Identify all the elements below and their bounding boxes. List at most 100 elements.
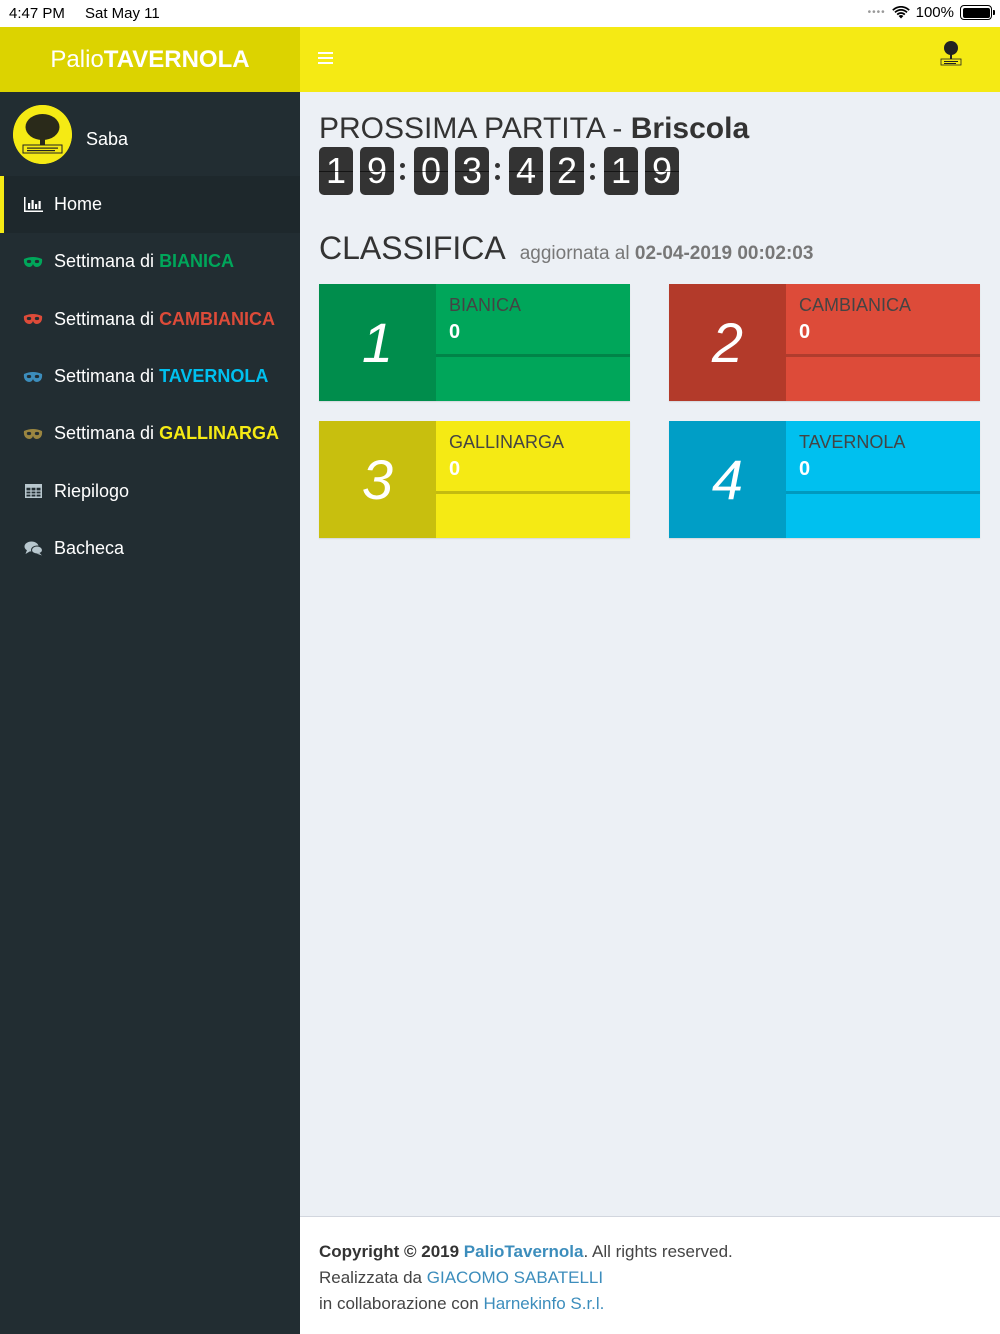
avatar bbox=[13, 105, 72, 164]
author-link[interactable]: GIACOMO SABATELLI bbox=[427, 1268, 603, 1287]
collab-link[interactable]: Harnekinfo S.r.l. bbox=[483, 1294, 604, 1313]
mask-icon bbox=[23, 369, 43, 385]
team-name: TAVERNOLA bbox=[799, 432, 906, 452]
countdown-digit: 1 bbox=[604, 147, 638, 195]
made-by-label: Realizzata da bbox=[319, 1268, 423, 1287]
countdown-digit: 9 bbox=[360, 147, 394, 195]
sidebar: Saba Home Settimana di BIANICA Settimana… bbox=[0, 92, 300, 1334]
team-score: 0 bbox=[799, 321, 811, 343]
ranking-updated-at: 02-04-2019 00:02:03 bbox=[634, 243, 814, 264]
sidebar-item-highlight: CAMBIANICA bbox=[159, 308, 276, 329]
battery-icon bbox=[960, 5, 995, 20]
footer: Copyright © 2019 PalioTavernola. All rig… bbox=[300, 1216, 1000, 1334]
countdown-separator bbox=[398, 147, 407, 195]
team-info: GALLINARGA 0 bbox=[436, 421, 630, 538]
comments-icon bbox=[23, 540, 43, 556]
team-name: BIANICA bbox=[449, 295, 522, 315]
sidebar-item-gallinarga[interactable]: Settimana di GALLINARGA bbox=[0, 405, 300, 462]
sidebar-item-tavernola[interactable]: Settimana di TAVERNOLA bbox=[0, 348, 300, 405]
sidebar-item-label: Home bbox=[54, 194, 103, 215]
footer-copyright: Copyright © 2019 PalioTavernola. All rig… bbox=[319, 1239, 981, 1265]
brand-name: TAVERNOLA bbox=[103, 45, 250, 73]
team-score: 0 bbox=[449, 321, 461, 343]
sidebar-item-label: Settimana di bbox=[54, 423, 155, 444]
team-rank: 3 bbox=[319, 421, 436, 538]
team-info: BIANICA 0 bbox=[436, 284, 630, 401]
team-rank: 1 bbox=[319, 284, 436, 401]
footer-collab: in collaborazione con Harnekinfo S.r.l. bbox=[319, 1291, 981, 1317]
countdown-digit: 4 bbox=[509, 147, 543, 195]
countdown: 1 9 0 3 4 2 1 9 bbox=[319, 147, 686, 195]
contrada-logo-icon bbox=[940, 41, 962, 66]
contrada-gallinarga-logo-icon bbox=[13, 105, 72, 164]
team-card-cambianica: 2 CAMBIANICA 0 bbox=[669, 284, 980, 401]
team-card-tavernola: 4 TAVERNOLA 0 bbox=[669, 421, 980, 538]
menu-toggle-icon[interactable] bbox=[318, 52, 333, 65]
rights-text: . All rights reserved. bbox=[583, 1242, 733, 1261]
mask-icon bbox=[23, 426, 43, 442]
signal-dots-icon: •••• bbox=[867, 7, 886, 18]
team-info: CAMBIANICA 0 bbox=[786, 284, 980, 401]
top-navbar bbox=[300, 27, 1000, 92]
sidebar-item-home[interactable]: Home bbox=[0, 176, 300, 234]
user-panel: Saba bbox=[0, 92, 300, 176]
sidebar-item-bianica[interactable]: Settimana di BIANICA bbox=[0, 233, 300, 290]
status-date: Sat May 11 bbox=[85, 5, 160, 22]
battery-percent: 100% bbox=[915, 4, 954, 21]
sidebar-item-label: Bacheca bbox=[54, 537, 125, 558]
countdown-digit: 2 bbox=[550, 147, 584, 195]
copyright-text: Copyright © 2019 bbox=[319, 1242, 460, 1261]
countdown-separator bbox=[588, 147, 597, 195]
team-name: GALLINARGA bbox=[449, 432, 565, 452]
team-card-gallinarga: 3 GALLINARGA 0 bbox=[319, 421, 630, 538]
sidebar-item-label: Settimana di bbox=[54, 366, 155, 387]
status-bar: 4:47 PM Sat May 11 •••• 100% bbox=[0, 0, 1000, 27]
status-right: •••• 100% bbox=[867, 4, 995, 21]
ranking-header: CLASSIFICA aggiornata al 02-04-2019 00:0… bbox=[319, 230, 813, 267]
sidebar-item-cambianica[interactable]: Settimana di CAMBIANICA bbox=[0, 291, 300, 348]
mask-icon bbox=[23, 254, 43, 270]
sidebar-item-label: Riepilogo bbox=[54, 480, 130, 501]
team-rank: 2 bbox=[669, 284, 786, 401]
team-rank: 4 bbox=[669, 421, 786, 538]
footer-made-by: Realizzata da GIACOMO SABATELLI bbox=[319, 1265, 981, 1291]
progress-bar bbox=[436, 354, 630, 357]
mask-icon bbox=[23, 311, 43, 327]
team-score: 0 bbox=[799, 458, 811, 480]
next-match-name: Briscola bbox=[630, 112, 750, 145]
ranking-updated: aggiornata al 02-04-2019 00:02:03 bbox=[520, 243, 814, 265]
progress-bar bbox=[786, 491, 980, 494]
countdown-digit: 9 bbox=[645, 147, 679, 195]
countdown-digit: 3 bbox=[455, 147, 489, 195]
progress-bar bbox=[436, 491, 630, 494]
sidebar-item-label: Settimana di bbox=[54, 251, 155, 272]
countdown-digit: 0 bbox=[414, 147, 448, 195]
ranking-title: CLASSIFICA bbox=[319, 230, 506, 266]
user-name: Saba bbox=[86, 129, 129, 149]
status-time: 4:47 PM bbox=[9, 5, 65, 22]
sidebar-item-highlight: GALLINARGA bbox=[159, 423, 280, 444]
site-link[interactable]: PalioTavernola bbox=[464, 1242, 584, 1261]
main-content: PROSSIMA PARTITA - Briscola 1 9 0 3 4 2 … bbox=[300, 92, 1000, 1216]
table-icon bbox=[23, 483, 43, 499]
sidebar-item-highlight: BIANICA bbox=[159, 251, 235, 272]
sidebar-item-riepilogo[interactable]: Riepilogo bbox=[0, 462, 300, 519]
team-score: 0 bbox=[449, 458, 461, 480]
progress-bar bbox=[786, 354, 980, 357]
sidebar-item-bacheca[interactable]: Bacheca bbox=[0, 520, 300, 577]
brand-logo[interactable]: Palio TAVERNOLA bbox=[0, 27, 300, 92]
next-match-title: PROSSIMA PARTITA - Briscola bbox=[319, 112, 749, 146]
wifi-icon bbox=[891, 6, 910, 19]
collab-label: in collaborazione con bbox=[319, 1294, 479, 1313]
countdown-digit: 1 bbox=[319, 147, 353, 195]
team-name: CAMBIANICA bbox=[799, 295, 912, 315]
brand-prefix: Palio bbox=[50, 45, 104, 73]
next-match-prefix: PROSSIMA PARTITA - bbox=[319, 112, 623, 145]
countdown-separator bbox=[493, 147, 502, 195]
ranking-updated-label: aggiornata al bbox=[519, 243, 630, 264]
sidebar-item-highlight: TAVERNOLA bbox=[159, 366, 269, 387]
bar-chart-icon bbox=[23, 197, 43, 213]
team-card-bianica: 1 BIANICA 0 bbox=[319, 284, 630, 401]
team-info: TAVERNOLA 0 bbox=[786, 421, 980, 538]
sidebar-item-label: Settimana di bbox=[54, 308, 155, 329]
